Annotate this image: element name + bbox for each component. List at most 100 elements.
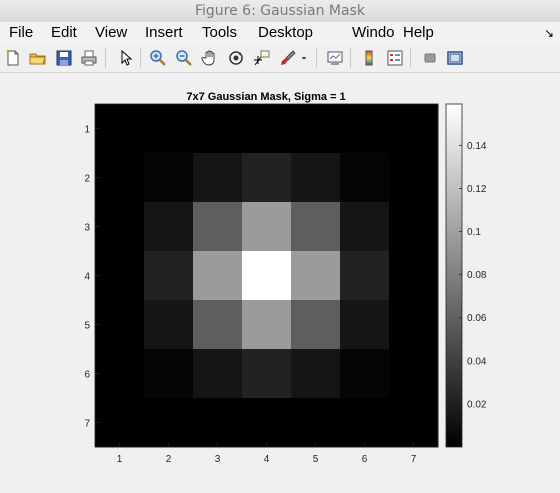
heatmap-cell-r2-c6 [340, 153, 390, 203]
x-tick-label: 4 [264, 454, 270, 465]
heatmap-cell-r3-c5 [291, 202, 341, 252]
heatmap-cells [95, 104, 439, 448]
heatmap-cell-r7-c5 [291, 398, 341, 448]
heatmap-cell-r3-c6 [340, 202, 390, 252]
heatmap-cell-r5-c2 [144, 300, 194, 350]
y-tick-label: 6 [84, 370, 90, 381]
zoom-in-icon[interactable] [148, 48, 168, 68]
heatmap-cell-r1-c1 [95, 104, 145, 154]
y-tick-label: 7 [84, 419, 90, 430]
heatmap-cell-r3-c7 [389, 202, 439, 252]
menu-insert[interactable]: Insert [145, 24, 183, 41]
menu-help[interactable]: Help [403, 24, 434, 41]
heatmap-cell-r2-c1 [95, 153, 145, 203]
heatmap-cell-r7-c3 [193, 398, 243, 448]
colorbar-tick-label: 0.1 [467, 227, 481, 238]
heatmap-cell-r4-c7 [389, 251, 439, 301]
print-icon[interactable] [79, 48, 99, 68]
heatmap-cell-r4-c6 [340, 251, 390, 301]
toolbar-separator [350, 48, 351, 68]
heatmap-cell-r6-c4 [242, 349, 292, 399]
heatmap-cell-r7-c6 [340, 398, 390, 448]
heatmap-cell-r7-c4 [242, 398, 292, 448]
colorbar-tick-label: 0.06 [467, 313, 487, 324]
save-icon[interactable] [54, 48, 74, 68]
brush-dropdown-icon[interactable] [298, 48, 310, 68]
heatmap-cell-r5-c3 [193, 300, 243, 350]
heatmap-cell-r7-c2 [144, 398, 194, 448]
heatmap-cell-r1-c2 [144, 104, 194, 154]
heatmap-cell-r4-c2 [144, 251, 194, 301]
menu-file[interactable]: File [9, 24, 33, 41]
heatmap-cell-r5-c5 [291, 300, 341, 350]
heatmap-cell-r2-c7 [389, 153, 439, 203]
x-tick-label: 2 [166, 454, 172, 465]
colorbar-tick-label: 0.12 [467, 184, 487, 195]
y-tick-label: 4 [84, 272, 90, 283]
heatmap-cell-r2-c4 [242, 153, 292, 203]
heatmap-cell-r3-c3 [193, 202, 243, 252]
figure-toolbar [0, 44, 560, 73]
heatmap-cell-r4-c5 [291, 251, 341, 301]
x-tick-label: 5 [313, 454, 319, 465]
heatmap-cell-r6-c2 [144, 349, 194, 399]
heatmap-cell-r5-c1 [95, 300, 145, 350]
toolbar-separator [410, 48, 411, 68]
heatmap-cell-r2-c2 [144, 153, 194, 203]
menu-desktop[interactable]: Desktop [258, 24, 313, 41]
figure-canvas: 7x7 Gaussian Mask, Sigma = 1 1 2 3 4 5 6 7 1 2 3… [0, 73, 560, 493]
heatmap-cell-r6-c1 [95, 349, 145, 399]
heatmap-cell-r4-c3 [193, 251, 243, 301]
menu-view[interactable]: View [95, 24, 127, 41]
heatmap-cell-r6-c7 [389, 349, 439, 399]
open-file-icon[interactable] [28, 48, 48, 68]
hide-plot-tools-icon[interactable] [420, 48, 440, 68]
colorbar[interactable] [445, 103, 463, 448]
pointer-icon[interactable] [116, 48, 136, 68]
window-titlebar: Figure 6: Gaussian Mask [0, 0, 560, 23]
show-plot-tools-icon[interactable] [445, 48, 465, 68]
toolbar-separator [316, 48, 317, 68]
new-figure-icon[interactable] [3, 48, 23, 68]
heatmap-cell-r2-c5 [291, 153, 341, 203]
menu-bar: File Edit View Insert Tools Desktop Wind… [0, 22, 560, 44]
heatmap-cell-r3-c4 [242, 202, 292, 252]
pan-hand-icon[interactable] [200, 48, 220, 68]
chevron-right-down-icon[interactable]: ↘ [544, 26, 554, 40]
x-tick-label: 1 [117, 454, 123, 465]
zoom-out-icon[interactable] [174, 48, 194, 68]
x-tick-label: 6 [362, 454, 368, 465]
y-tick-label: 1 [84, 125, 90, 136]
heatmap-cell-r5-c4 [242, 300, 292, 350]
heatmap-cell-r3-c1 [95, 202, 145, 252]
x-tick-label: 3 [215, 454, 221, 465]
colorbar-tick-label: 0.08 [467, 270, 487, 281]
heatmap-cell-r4-c4 [242, 251, 292, 301]
menu-window[interactable]: Windo [352, 24, 395, 41]
data-cursor-icon[interactable] [252, 48, 272, 68]
heatmap-cell-r2-c3 [193, 153, 243, 203]
heatmap-cell-r5-c7 [389, 300, 439, 350]
legend-icon[interactable] [385, 48, 405, 68]
heatmap-cell-r6-c6 [340, 349, 390, 399]
heatmap-cell-r1-c4 [242, 104, 292, 154]
heatmap-cell-r7-c7 [389, 398, 439, 448]
x-tick-label: 7 [411, 454, 417, 465]
heatmap-cell-r6-c5 [291, 349, 341, 399]
colorbar-tick-label: 0.02 [467, 399, 487, 410]
link-plot-icon[interactable] [325, 48, 345, 68]
toolbar-separator [105, 48, 106, 68]
colorbar-ticks: 0.02 0.04 0.06 0.08 0.1 0.12 0.14 [459, 141, 487, 410]
colorbar-icon[interactable] [359, 48, 379, 68]
heatmap-cell-r3-c2 [144, 202, 194, 252]
menu-tools[interactable]: Tools [202, 24, 237, 41]
gaussian-heatmap-plot[interactable]: 7x7 Gaussian Mask, Sigma = 1 1 2 3 4 5 6 7 1 2 3… [0, 73, 560, 493]
window-title: Figure 6: Gaussian Mask [194, 3, 365, 19]
rotate-3d-icon[interactable] [226, 48, 246, 68]
menu-edit[interactable]: Edit [51, 24, 77, 41]
colorbar-tick-label: 0.04 [467, 356, 487, 367]
heatmap-cell-r5-c6 [340, 300, 390, 350]
brush-icon[interactable] [278, 48, 298, 68]
heatmap-cell-r1-c3 [193, 104, 243, 154]
heatmap-cell-r1-c6 [340, 104, 390, 154]
